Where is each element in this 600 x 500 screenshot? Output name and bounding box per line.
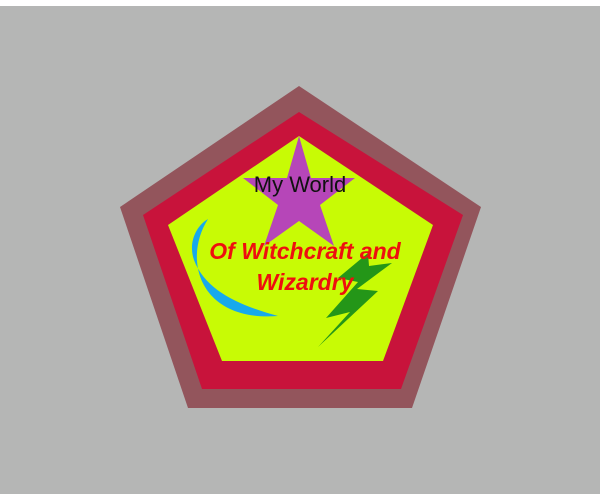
subtitle-line-2: Wizardry xyxy=(256,269,354,295)
subtitle-line-1: Of Witchcraft and xyxy=(209,238,401,264)
emblem-subtitle: Of Witchcraft and Wizardry xyxy=(160,236,450,298)
emblem-title: My World xyxy=(253,172,347,197)
